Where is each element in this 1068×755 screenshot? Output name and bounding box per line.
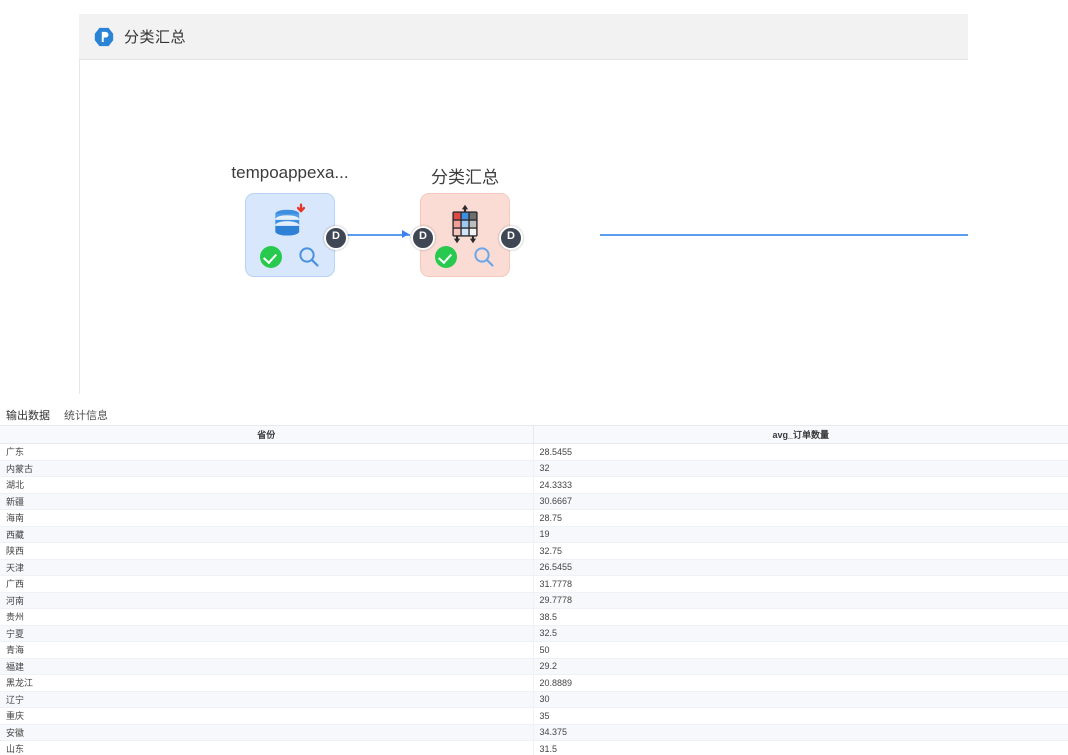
table-row[interactable]: 河南29.7778 (0, 592, 1068, 609)
status-success-check-icon (435, 246, 457, 268)
node-group-by[interactable]: 分类汇总 (420, 193, 510, 277)
cell-avg-order-qty: 32.75 (533, 543, 1068, 560)
cell-province: 黑龙江 (0, 675, 533, 692)
workflow-header: 分类汇总 (79, 14, 968, 60)
cell-avg-order-qty: 29.2 (533, 658, 1068, 675)
cell-province: 福建 (0, 658, 533, 675)
cell-province: 重庆 (0, 708, 533, 725)
node-group-by-label: 分类汇总 (431, 163, 499, 188)
status-success-check-icon (260, 246, 282, 268)
connector-source-to-groupby[interactable] (342, 234, 410, 236)
table-body: 广东28.5455内蒙古32湖北24.3333新疆30.6667海南28.75西… (0, 444, 1068, 755)
cell-avg-order-qty: 30.6667 (533, 493, 1068, 510)
cell-avg-order-qty: 24.3333 (533, 477, 1068, 494)
table-row[interactable]: 陕西32.75 (0, 543, 1068, 560)
cell-avg-order-qty: 32 (533, 460, 1068, 477)
cell-province: 湖北 (0, 477, 533, 494)
cell-province: 河南 (0, 592, 533, 609)
node-source-label: tempoappexa... (231, 163, 348, 183)
cell-avg-order-qty: 34.375 (533, 724, 1068, 741)
cell-province: 天津 (0, 559, 533, 576)
table-row[interactable]: 辽宁30 (0, 691, 1068, 708)
cell-avg-order-qty: 19 (533, 526, 1068, 543)
cell-avg-order-qty: 32.5 (533, 625, 1068, 642)
cell-province: 山东 (0, 741, 533, 755)
cell-province: 陕西 (0, 543, 533, 560)
column-header-avg-order-qty[interactable]: avg_订单数量 (533, 426, 1068, 444)
table-row[interactable]: 福建29.2 (0, 658, 1068, 675)
results-grid: 省份 avg_订单数量 广东28.5455内蒙古32湖北24.3333新疆30.… (0, 425, 1068, 755)
cell-avg-order-qty: 20.8889 (533, 675, 1068, 692)
table-row[interactable]: 内蒙古32 (0, 460, 1068, 477)
cell-avg-order-qty: 31.5 (533, 741, 1068, 755)
cell-province: 贵州 (0, 609, 533, 626)
tab-output-data[interactable]: 输出数据 (6, 407, 50, 423)
table-row[interactable]: 贵州38.5 (0, 609, 1068, 626)
node-source[interactable]: tempoappexa... (245, 193, 335, 277)
cell-province: 广西 (0, 576, 533, 593)
workflow-canvas[interactable]: tempoappexa... (79, 60, 969, 394)
table-row[interactable]: 重庆35 (0, 708, 1068, 725)
node-source-footer (246, 244, 334, 270)
table-row[interactable]: 安徽34.375 (0, 724, 1068, 741)
node-group-by-output-port[interactable]: D (499, 226, 523, 250)
table-row[interactable]: 广东28.5455 (0, 444, 1068, 461)
cell-province: 青海 (0, 642, 533, 659)
magnifier-preview-icon[interactable] (297, 245, 321, 269)
cell-avg-order-qty: 28.75 (533, 510, 1068, 527)
cell-avg-order-qty: 29.7778 (533, 592, 1068, 609)
cell-avg-order-qty: 50 (533, 642, 1068, 659)
column-header-province[interactable]: 省份 (0, 426, 533, 444)
database-import-icon (268, 202, 312, 246)
output-data-table: 省份 avg_订单数量 广东28.5455内蒙古32湖北24.3333新疆30.… (0, 426, 1068, 755)
cell-avg-order-qty: 28.5455 (533, 444, 1068, 461)
table-row[interactable]: 新疆30.6667 (0, 493, 1068, 510)
table-row[interactable]: 山东31.5 (0, 741, 1068, 755)
results-pane: 输出数据 统计信息 省份 avg_订单数量 广东28.5455内蒙古32湖北24… (0, 406, 1068, 755)
node-group-by-input-port[interactable]: D (411, 226, 435, 250)
cell-province: 海南 (0, 510, 533, 527)
table-row[interactable]: 天津26.5455 (0, 559, 1068, 576)
table-row[interactable]: 西藏19 (0, 526, 1068, 543)
magnifier-preview-icon[interactable] (472, 245, 496, 269)
cell-avg-order-qty: 30 (533, 691, 1068, 708)
cell-province: 宁夏 (0, 625, 533, 642)
table-row[interactable]: 海南28.75 (0, 510, 1068, 527)
app-root: 分类汇总 tempoappexa... (0, 0, 1068, 755)
group-by-grid-icon (443, 202, 487, 246)
cell-province: 新疆 (0, 493, 533, 510)
results-tabs: 输出数据 统计信息 (0, 406, 1068, 423)
table-row[interactable]: 青海50 (0, 642, 1068, 659)
table-header-row: 省份 avg_订单数量 (0, 426, 1068, 444)
node-group-by-footer (421, 244, 509, 270)
cell-province: 辽宁 (0, 691, 533, 708)
table-row[interactable]: 广西31.7778 (0, 576, 1068, 593)
cell-avg-order-qty: 38.5 (533, 609, 1068, 626)
table-row[interactable]: 湖北24.3333 (0, 477, 1068, 494)
cell-avg-order-qty: 31.7778 (533, 576, 1068, 593)
table-row[interactable]: 黑龙江20.8889 (0, 675, 1068, 692)
cell-province: 内蒙古 (0, 460, 533, 477)
connector-arrow-icon (402, 230, 409, 238)
table-row[interactable]: 宁夏32.5 (0, 625, 1068, 642)
connector-groupby-output[interactable] (600, 234, 968, 236)
tab-statistics[interactable]: 统计信息 (64, 407, 108, 423)
cell-avg-order-qty: 35 (533, 708, 1068, 725)
cell-province: 安徽 (0, 724, 533, 741)
cell-province: 西藏 (0, 526, 533, 543)
cell-province: 广东 (0, 444, 533, 461)
pentaho-hexagon-logo-icon (93, 26, 115, 48)
workflow-title: 分类汇总 (124, 26, 186, 47)
node-source-output-port[interactable]: D (324, 226, 348, 250)
cell-avg-order-qty: 26.5455 (533, 559, 1068, 576)
workflow-panel: 分类汇总 tempoappexa... (79, 14, 968, 394)
